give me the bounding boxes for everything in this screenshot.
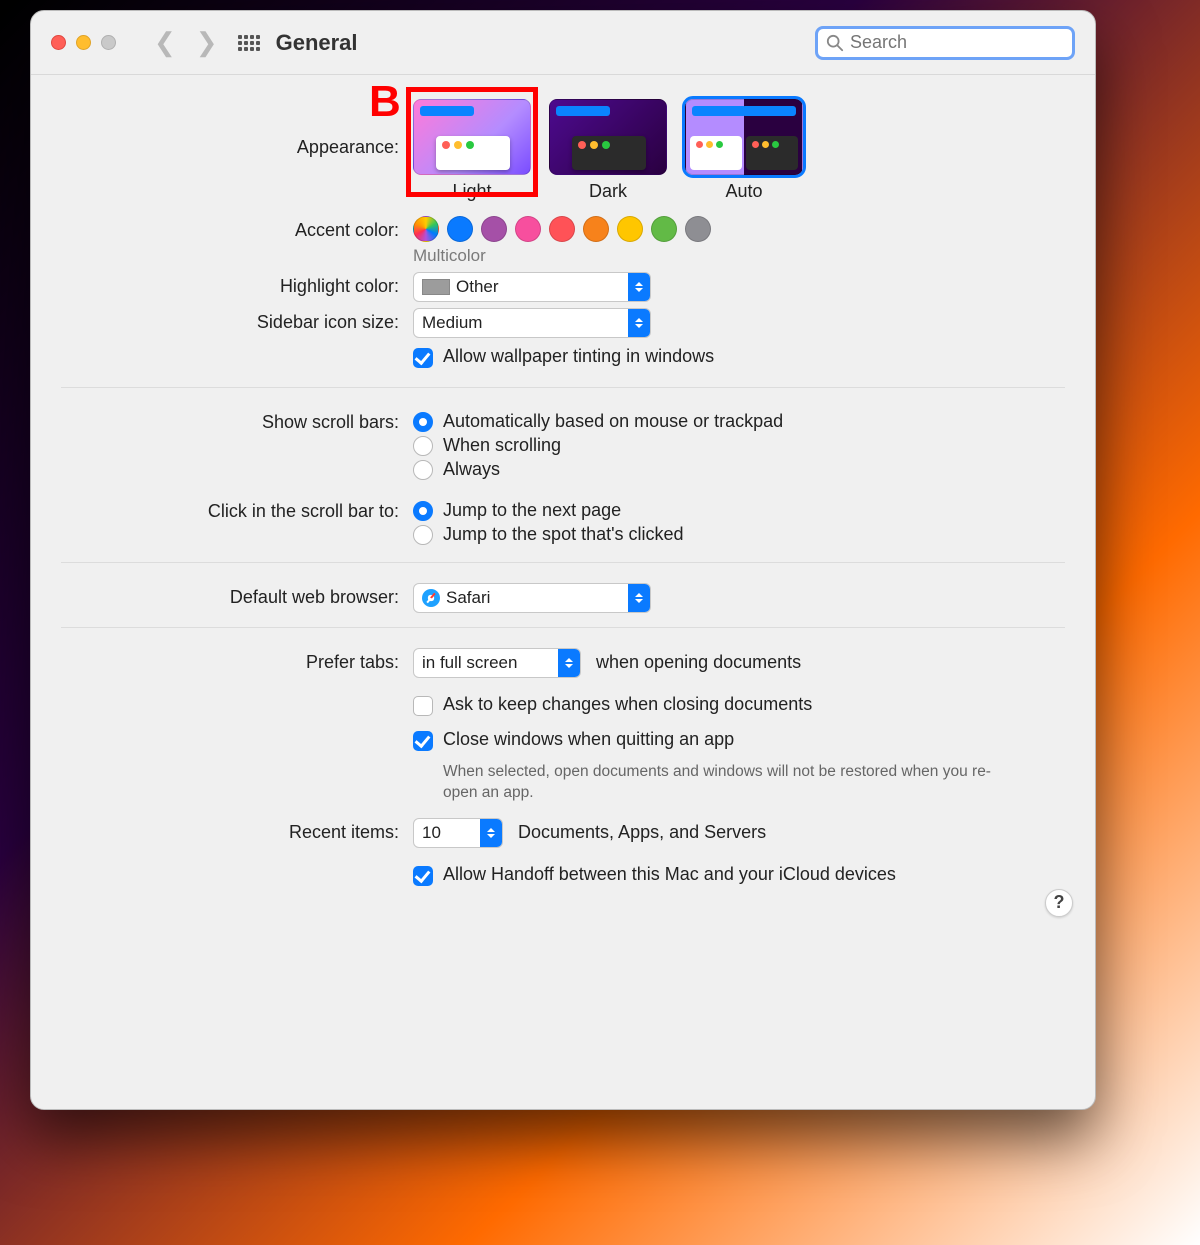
popup-stepper-icon — [628, 273, 650, 301]
accent-swatch-multicolor[interactable] — [413, 216, 439, 242]
accent-swatch-orange[interactable] — [583, 216, 609, 242]
search-input[interactable] — [844, 31, 1084, 54]
search-icon — [826, 34, 844, 52]
scrollbars-label: Show scroll bars: — [61, 408, 413, 433]
close-windows-label: Close windows when quitting an app — [443, 729, 734, 750]
scrollbars-radio-auto[interactable]: Automatically based on mouse or trackpad — [413, 411, 1065, 432]
appearance-option-light[interactable]: Light — [413, 99, 531, 202]
appearance-option-dark[interactable]: Dark — [549, 99, 667, 202]
highlight-color-value: Other — [456, 277, 507, 297]
highlight-color-popup[interactable]: Other — [413, 272, 651, 302]
popup-stepper-icon — [628, 584, 650, 612]
close-windows-helptext: When selected, open documents and window… — [443, 762, 1003, 804]
popup-stepper-icon — [558, 649, 580, 677]
pane-title: General — [276, 30, 358, 56]
default-browser-popup[interactable]: Safari — [413, 583, 651, 613]
appearance-thumb-light — [413, 99, 531, 175]
appearance-option-auto[interactable]: Auto — [685, 99, 803, 202]
appearance-thumb-auto — [685, 99, 803, 175]
accent-color-caption: Multicolor — [413, 246, 1065, 266]
scrollbars-opt-scrolling: When scrolling — [443, 435, 561, 456]
sidebar-size-value: Medium — [422, 313, 490, 333]
handoff-checkbox[interactable]: Allow Handoff between this Mac and your … — [413, 864, 896, 886]
click-scrollbar-radio-next[interactable]: Jump to the next page — [413, 500, 1065, 521]
zoom-window-button[interactable] — [101, 35, 116, 50]
scrollbars-opt-always: Always — [443, 459, 500, 480]
prefer-tabs-label: Prefer tabs: — [61, 648, 413, 673]
accent-color-swatches — [413, 216, 1065, 242]
recent-items-popup[interactable]: 10 — [413, 818, 503, 848]
checkbox-icon — [413, 348, 433, 368]
appearance-label: Appearance: — [61, 99, 413, 158]
scrollbars-opt-auto: Automatically based on mouse or trackpad — [443, 411, 783, 432]
close-window-button[interactable] — [51, 35, 66, 50]
divider — [61, 627, 1065, 628]
forward-button[interactable]: ❯ — [186, 27, 228, 58]
click-scrollbar-opt-spot: Jump to the spot that's clicked — [443, 524, 684, 545]
back-button[interactable]: ❮ — [144, 27, 186, 58]
highlight-swatch-icon — [422, 279, 450, 295]
wallpaper-tinting-checkbox[interactable]: Allow wallpaper tinting in windows — [413, 346, 714, 368]
checkbox-icon — [413, 731, 433, 751]
highlight-color-label: Highlight color: — [61, 272, 413, 297]
radio-icon — [413, 412, 433, 432]
minimize-window-button[interactable] — [76, 35, 91, 50]
accent-swatch-purple[interactable] — [481, 216, 507, 242]
safari-icon — [422, 589, 440, 607]
accent-swatch-blue[interactable] — [447, 216, 473, 242]
default-browser-value: Safari — [446, 588, 498, 608]
popup-stepper-icon — [480, 819, 502, 847]
search-field-container[interactable] — [815, 26, 1075, 60]
accent-swatch-yellow[interactable] — [617, 216, 643, 242]
scrollbars-radio-scrolling[interactable]: When scrolling — [413, 435, 1065, 456]
accent-color-label: Accent color: — [61, 216, 413, 241]
desktop-background: ❮ ❯ General Appearance: — [0, 0, 1200, 1245]
ask-keep-changes-label: Ask to keep changes when closing documen… — [443, 694, 812, 715]
system-preferences-window: ❮ ❯ General Appearance: — [30, 10, 1096, 1110]
popup-stepper-icon — [628, 309, 650, 337]
prefer-tabs-suffix: when opening documents — [596, 652, 801, 672]
appearance-caption-auto: Auto — [685, 181, 803, 202]
ask-keep-changes-checkbox[interactable]: Ask to keep changes when closing documen… — [413, 694, 812, 716]
close-windows-checkbox[interactable]: Close windows when quitting an app — [413, 729, 734, 751]
divider — [61, 387, 1065, 388]
appearance-caption-dark: Dark — [549, 181, 667, 202]
wallpaper-tinting-label: Allow wallpaper tinting in windows — [443, 346, 714, 367]
help-button[interactable]: ? — [1045, 889, 1073, 917]
click-scrollbar-radio-spot[interactable]: Jump to the spot that's clicked — [413, 524, 1065, 545]
sidebar-size-label: Sidebar icon size: — [61, 308, 413, 333]
prefer-tabs-value: in full screen — [422, 653, 525, 673]
accent-swatch-graphite[interactable] — [685, 216, 711, 242]
annotation-letter: B — [369, 77, 401, 127]
accent-swatch-pink[interactable] — [515, 216, 541, 242]
radio-icon — [413, 436, 433, 456]
accent-swatch-green[interactable] — [651, 216, 677, 242]
window-toolbar: ❮ ❯ General — [31, 11, 1095, 75]
appearance-caption-light: Light — [413, 181, 531, 202]
checkbox-icon — [413, 866, 433, 886]
preferences-body: Appearance: B Light Dark — [31, 75, 1095, 935]
recent-items-label: Recent items: — [61, 818, 413, 843]
checkbox-icon — [413, 696, 433, 716]
click-scrollbar-opt-next: Jump to the next page — [443, 500, 621, 521]
recent-items-suffix: Documents, Apps, and Servers — [518, 822, 766, 842]
traffic-lights — [51, 35, 116, 50]
sidebar-size-popup[interactable]: Medium — [413, 308, 651, 338]
handoff-label: Allow Handoff between this Mac and your … — [443, 864, 896, 885]
divider — [61, 562, 1065, 563]
recent-items-value: 10 — [422, 823, 449, 843]
radio-icon — [413, 501, 433, 521]
accent-swatch-red[interactable] — [549, 216, 575, 242]
show-all-prefs-button[interactable] — [238, 35, 260, 51]
scrollbars-radio-always[interactable]: Always — [413, 459, 1065, 480]
default-browser-label: Default web browser: — [61, 583, 413, 608]
radio-icon — [413, 525, 433, 545]
click-scrollbar-label: Click in the scroll bar to: — [61, 497, 413, 522]
radio-icon — [413, 460, 433, 480]
prefer-tabs-popup[interactable]: in full screen — [413, 648, 581, 678]
appearance-thumb-dark — [549, 99, 667, 175]
